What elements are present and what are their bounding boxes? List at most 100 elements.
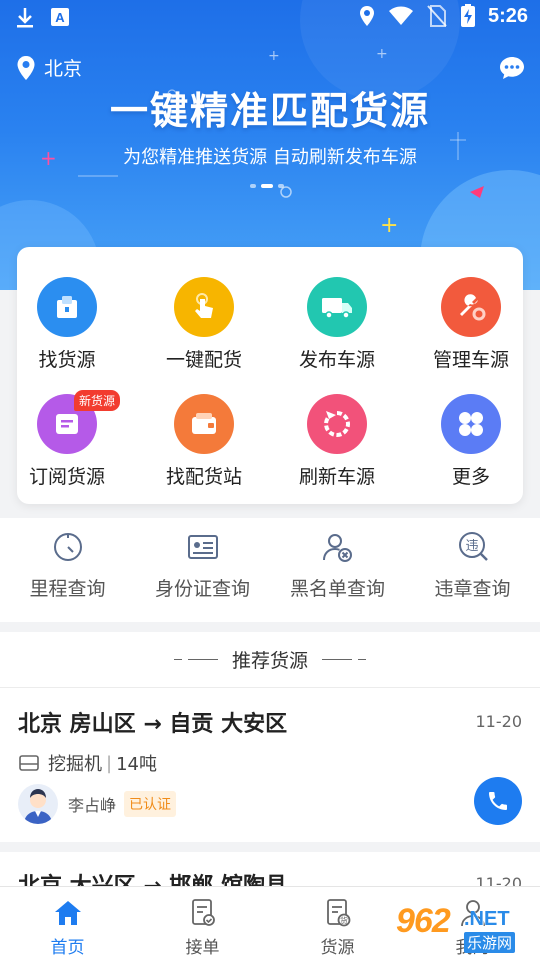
tool-mileage[interactable]: 里程查询 — [0, 530, 135, 601]
grid-icon-bg — [174, 394, 234, 454]
truck-outline-icon — [19, 755, 39, 771]
section-title: 推荐货源 — [231, 650, 308, 672]
svg-text:货: 货 — [340, 916, 348, 926]
hand-tap-icon — [195, 293, 213, 318]
status-time: 5:26 — [487, 4, 528, 27]
grid-more-icon — [459, 412, 483, 436]
truck-icon — [322, 298, 352, 319]
subscribe-icon — [56, 414, 78, 434]
listing-cargo: 挖掘机 | 14吨 — [18, 750, 157, 776]
feature-grid: 找货源 一键配货 发布车源 管理车源 订阅货源 新货源 找配货站 刷新车源 更多 — [17, 247, 523, 504]
download-icon — [17, 8, 33, 28]
svg-text:+: + — [380, 213, 398, 238]
grid-label: 刷新车源 — [298, 466, 375, 488]
call-button[interactable] — [474, 777, 522, 825]
tool-label: 违章查询 — [434, 578, 511, 600]
grid-item-subscribe-cargo[interactable]: 订阅货源 新货源 — [4, 390, 130, 489]
shipper-name: 李占峥 — [68, 796, 117, 815]
person-avatar-icon — [24, 789, 52, 824]
grid-icon-bg — [441, 277, 501, 337]
blacklist-icon — [322, 534, 352, 562]
grid-label: 找货源 — [38, 349, 96, 371]
site-watermark: 962 .NET 乐游网 — [396, 902, 536, 954]
listing-date: 11-20 — [475, 712, 523, 731]
wallet-icon — [192, 413, 216, 434]
chat-bubble-icon — [500, 57, 524, 79]
status-bar: A 5:26 — [0, 0, 540, 36]
section-header: 推荐货源 — [0, 632, 540, 688]
grid-label: 管理车源 — [432, 349, 509, 371]
cargo-weight: 14吨 — [116, 754, 157, 775]
pager-dot — [250, 184, 256, 188]
banner-headline: 一键精准匹配货源 — [109, 89, 430, 133]
mileage-icon — [53, 533, 82, 561]
listing-route: 北京 房山区 → 自贡 大安区 — [18, 712, 288, 737]
watermark-domain: .NET — [464, 908, 510, 930]
title-divider-left — [173, 658, 218, 661]
home-icon — [54, 901, 81, 925]
verified-badge: 已认证 — [124, 791, 177, 817]
grid-icon-bg — [307, 394, 367, 454]
shipper-info: 李占峥 已认证 — [18, 784, 177, 824]
pager-dot-active — [261, 184, 273, 188]
tool-label: 黑名单查询 — [289, 578, 385, 600]
no-sim-icon — [427, 5, 447, 27]
grid-item-manage-vehicle[interactable]: 管理车源 — [408, 277, 534, 372]
location-status-icon — [359, 6, 374, 26]
refresh-icon — [324, 411, 350, 437]
phone-icon — [489, 792, 507, 810]
svg-text:A: A — [55, 10, 65, 25]
recommended-section: 推荐货源 北京 房山区 → 自贡 大安区 11-20 挖掘机 | 14吨 李占峥… — [0, 632, 540, 842]
location-pin-icon — [17, 55, 35, 80]
query-tools: 里程查询 身份证查询 黑名单查询 违 违章查询 — [0, 518, 540, 622]
svg-text:违: 违 — [465, 539, 478, 554]
avatar — [18, 784, 58, 824]
grid-icon-bg — [307, 277, 367, 337]
grid-item-refresh-vehicle[interactable]: 刷新车源 — [274, 394, 400, 489]
banner-pager — [250, 184, 284, 188]
wrench-gear-icon — [460, 294, 486, 321]
pager-dot — [278, 184, 284, 188]
app-notification-icon: A — [51, 8, 69, 26]
nav-label: 货源 — [320, 938, 355, 958]
location-label: 北京 — [44, 58, 83, 80]
nav-cargo[interactable]: 货 货源 — [270, 897, 405, 958]
nav-label: 接单 — [185, 938, 220, 958]
grid-label: 一键配货 — [165, 349, 242, 371]
nav-home[interactable]: 首页 — [0, 897, 135, 958]
tool-id-card[interactable]: 身份证查询 — [135, 530, 270, 601]
grid-icon-bg — [37, 277, 97, 337]
grid-label: 更多 — [451, 466, 490, 488]
cargo-name: 挖掘机 — [48, 754, 102, 775]
order-icon — [191, 899, 215, 926]
grid-label: 发布车源 — [298, 349, 375, 371]
grid-label: 找配货站 — [165, 466, 242, 488]
violation-icon: 违 — [458, 532, 488, 561]
wifi-icon — [388, 6, 413, 25]
tool-blacklist[interactable]: 黑名单查询 — [270, 530, 405, 601]
watermark-site-name: 乐游网 — [464, 932, 516, 953]
grid-icon-bg — [441, 394, 501, 454]
grid-label: 订阅货源 — [28, 466, 105, 488]
cargo-separator: | — [106, 752, 113, 774]
grid-item-publish-vehicle[interactable]: 发布车源 — [274, 277, 400, 372]
tool-violation[interactable]: 违 违章查询 — [405, 530, 540, 601]
nav-label: 首页 — [50, 938, 85, 958]
svg-text:+: + — [268, 48, 280, 64]
cargo-doc-icon: 货 — [326, 899, 350, 927]
battery-charging-icon — [460, 4, 475, 27]
grid-item-more[interactable]: 更多 — [408, 394, 534, 489]
location-selector[interactable]: 北京 — [16, 54, 82, 81]
grid-item-find-cargo[interactable]: 找货源 — [4, 277, 130, 372]
svg-text:+: + — [376, 46, 388, 62]
cargo-box-icon — [57, 296, 77, 318]
tool-label: 身份证查询 — [154, 578, 250, 600]
title-divider-right — [322, 658, 366, 661]
banner-subline: 为您精准推送货源 自动刷新发布车源 — [123, 147, 417, 168]
grid-icon-bg — [174, 277, 234, 337]
id-card-icon — [187, 535, 218, 559]
grid-item-one-click-match[interactable]: 一键配货 — [141, 277, 267, 372]
grid-item-find-station[interactable]: 找配货站 — [141, 394, 267, 489]
nav-orders[interactable]: 接单 — [135, 897, 270, 958]
watermark-number: 962 — [396, 902, 451, 940]
